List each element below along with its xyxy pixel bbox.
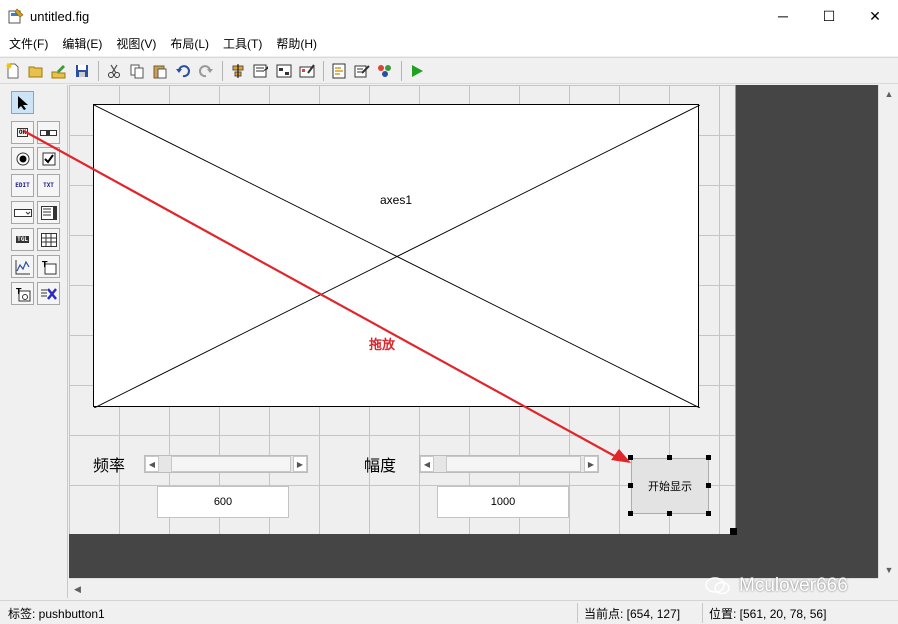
checkbox-tool[interactable] [37,147,60,170]
layout-canvas[interactable]: axes1 频率 ◀ ▶ 600 幅度 ◀ ▶ 1000 开始显示 拖放 [69,85,878,578]
title-bar: untitled.fig ─ ☐ ✕ [0,0,898,32]
frequency-slider[interactable]: ◀ ▶ [144,455,308,473]
svg-text:T: T [16,287,22,296]
toolbar-separator [323,60,324,81]
selection-handle[interactable] [667,455,672,460]
figure-area[interactable]: axes1 频率 ◀ ▶ 600 幅度 ◀ ▶ 1000 开始显示 拖放 [69,85,736,534]
start-display-button[interactable]: 开始显示 [631,458,709,514]
slider-thumb[interactable] [446,456,581,472]
menu-edit[interactable]: 编辑(E) [55,32,109,56]
axes1[interactable]: axes1 [93,104,700,408]
activex-tool[interactable] [37,282,60,305]
align-icon[interactable] [227,60,249,82]
status-position: 位置: [561, 20, 78, 56] [709,607,827,621]
popup-menu-tool[interactable] [11,201,34,224]
frequency-label: 频率 [93,458,126,475]
edit-text-tool[interactable]: EDIT [11,174,34,197]
toolbar-separator [222,60,223,81]
copy-icon[interactable] [126,60,148,82]
slider-left-arrow[interactable]: ◀ [420,456,434,472]
menu-view[interactable]: 视图(V) [109,32,163,56]
menu-tools[interactable]: 工具(T) [216,32,269,56]
object-browser-icon[interactable] [374,60,396,82]
status-separator [702,603,703,623]
editor-icon[interactable] [328,60,350,82]
scroll-up-arrow[interactable]: ▲ [879,85,898,102]
close-button[interactable]: ✕ [852,0,898,32]
static-text-tool-glyph: TXT [43,182,54,189]
toggle-tool-glyph: TGL [16,236,29,243]
watermark-text: Mculover666 [739,575,848,596]
amplitude-input[interactable]: 1000 [437,486,569,518]
toggle-tool[interactable]: TGL [11,228,34,251]
selection-handle[interactable] [706,455,711,460]
axes-label: axes1 [379,193,413,207]
redo-icon[interactable] [195,60,217,82]
slider-thumb[interactable] [171,456,291,472]
pushbutton-tool-glyph: OK [16,128,29,137]
minimize-button[interactable]: ─ [760,0,806,32]
axes-tool[interactable] [11,255,34,278]
selection-handle[interactable] [706,483,711,488]
button-group-tool[interactable]: T [11,282,34,305]
slider-tool[interactable] [37,121,60,144]
save-icon[interactable] [71,60,93,82]
toolbar-editor-icon[interactable] [296,60,318,82]
menu-file[interactable]: 文件(F) [2,32,55,56]
guide-app-icon [8,8,24,24]
cut-icon[interactable] [103,60,125,82]
open-folder-icon[interactable] [25,60,47,82]
watermark: Mculover666 [705,575,848,597]
selection-handle[interactable] [628,483,633,488]
undo-icon[interactable] [172,60,194,82]
menu-layout[interactable]: 布局(L) [163,32,216,56]
panel-tool[interactable]: T [37,255,60,278]
slider-right-arrow[interactable]: ▶ [293,456,307,472]
scroll-down-arrow[interactable]: ▼ [879,561,898,578]
menu-editor-icon[interactable] [250,60,272,82]
static-text-tool[interactable]: TXT [37,174,60,197]
radio-tool[interactable] [11,147,34,170]
scroll-left-arrow[interactable]: ◀ [69,579,86,599]
frequency-input[interactable]: 600 [157,486,289,518]
run-icon[interactable] [406,60,428,82]
vertical-scrollbar[interactable]: ▲ ▼ [878,85,898,578]
toolbar-separator [401,60,402,81]
selection-handle[interactable] [628,455,633,460]
pushbutton-tool[interactable]: OK [11,121,34,144]
new-file-icon[interactable] [2,60,24,82]
figure-resize-handle[interactable] [730,528,737,535]
selection-handle[interactable] [667,511,672,516]
tab-order-icon[interactable] [273,60,295,82]
svg-text:T: T [42,260,48,269]
status-separator [577,603,578,623]
paste-icon[interactable] [149,60,171,82]
select-tool[interactable] [11,91,34,114]
maximize-button[interactable]: ☐ [806,0,852,32]
menu-bar: 文件(F) 编辑(E) 视图(V) 布局(L) 工具(T) 帮助(H) [0,32,898,56]
toolbar [0,57,898,84]
selection-handle[interactable] [628,511,633,516]
amplitude-slider[interactable]: ◀ ▶ [419,455,599,473]
selection-handle[interactable] [706,511,711,516]
toolbar-separator [98,60,99,81]
slider-left-arrow[interactable]: ◀ [145,456,159,472]
property-inspector-icon[interactable] [351,60,373,82]
edit-icon[interactable] [48,60,70,82]
amplitude-label: 幅度 [364,458,397,475]
component-palette: OK EDIT TXT TGL T T [0,85,68,598]
listbox-tool[interactable] [37,201,60,224]
wechat-icon [705,576,731,596]
table-tool[interactable] [37,228,60,251]
status-tag: 标签: pushbutton1 [8,607,105,621]
status-current-point: 当前点: [654, 127] [584,607,681,621]
edit-text-tool-glyph: EDIT [15,182,30,189]
window-title: untitled.fig [30,8,90,24]
status-bar: 标签: pushbutton1 当前点: [654, 127] 位置: [561… [0,600,898,624]
menu-help[interactable]: 帮助(H) [269,32,324,56]
drag-drop-annotation: 拖放 [369,337,396,352]
slider-right-arrow[interactable]: ▶ [584,456,598,472]
